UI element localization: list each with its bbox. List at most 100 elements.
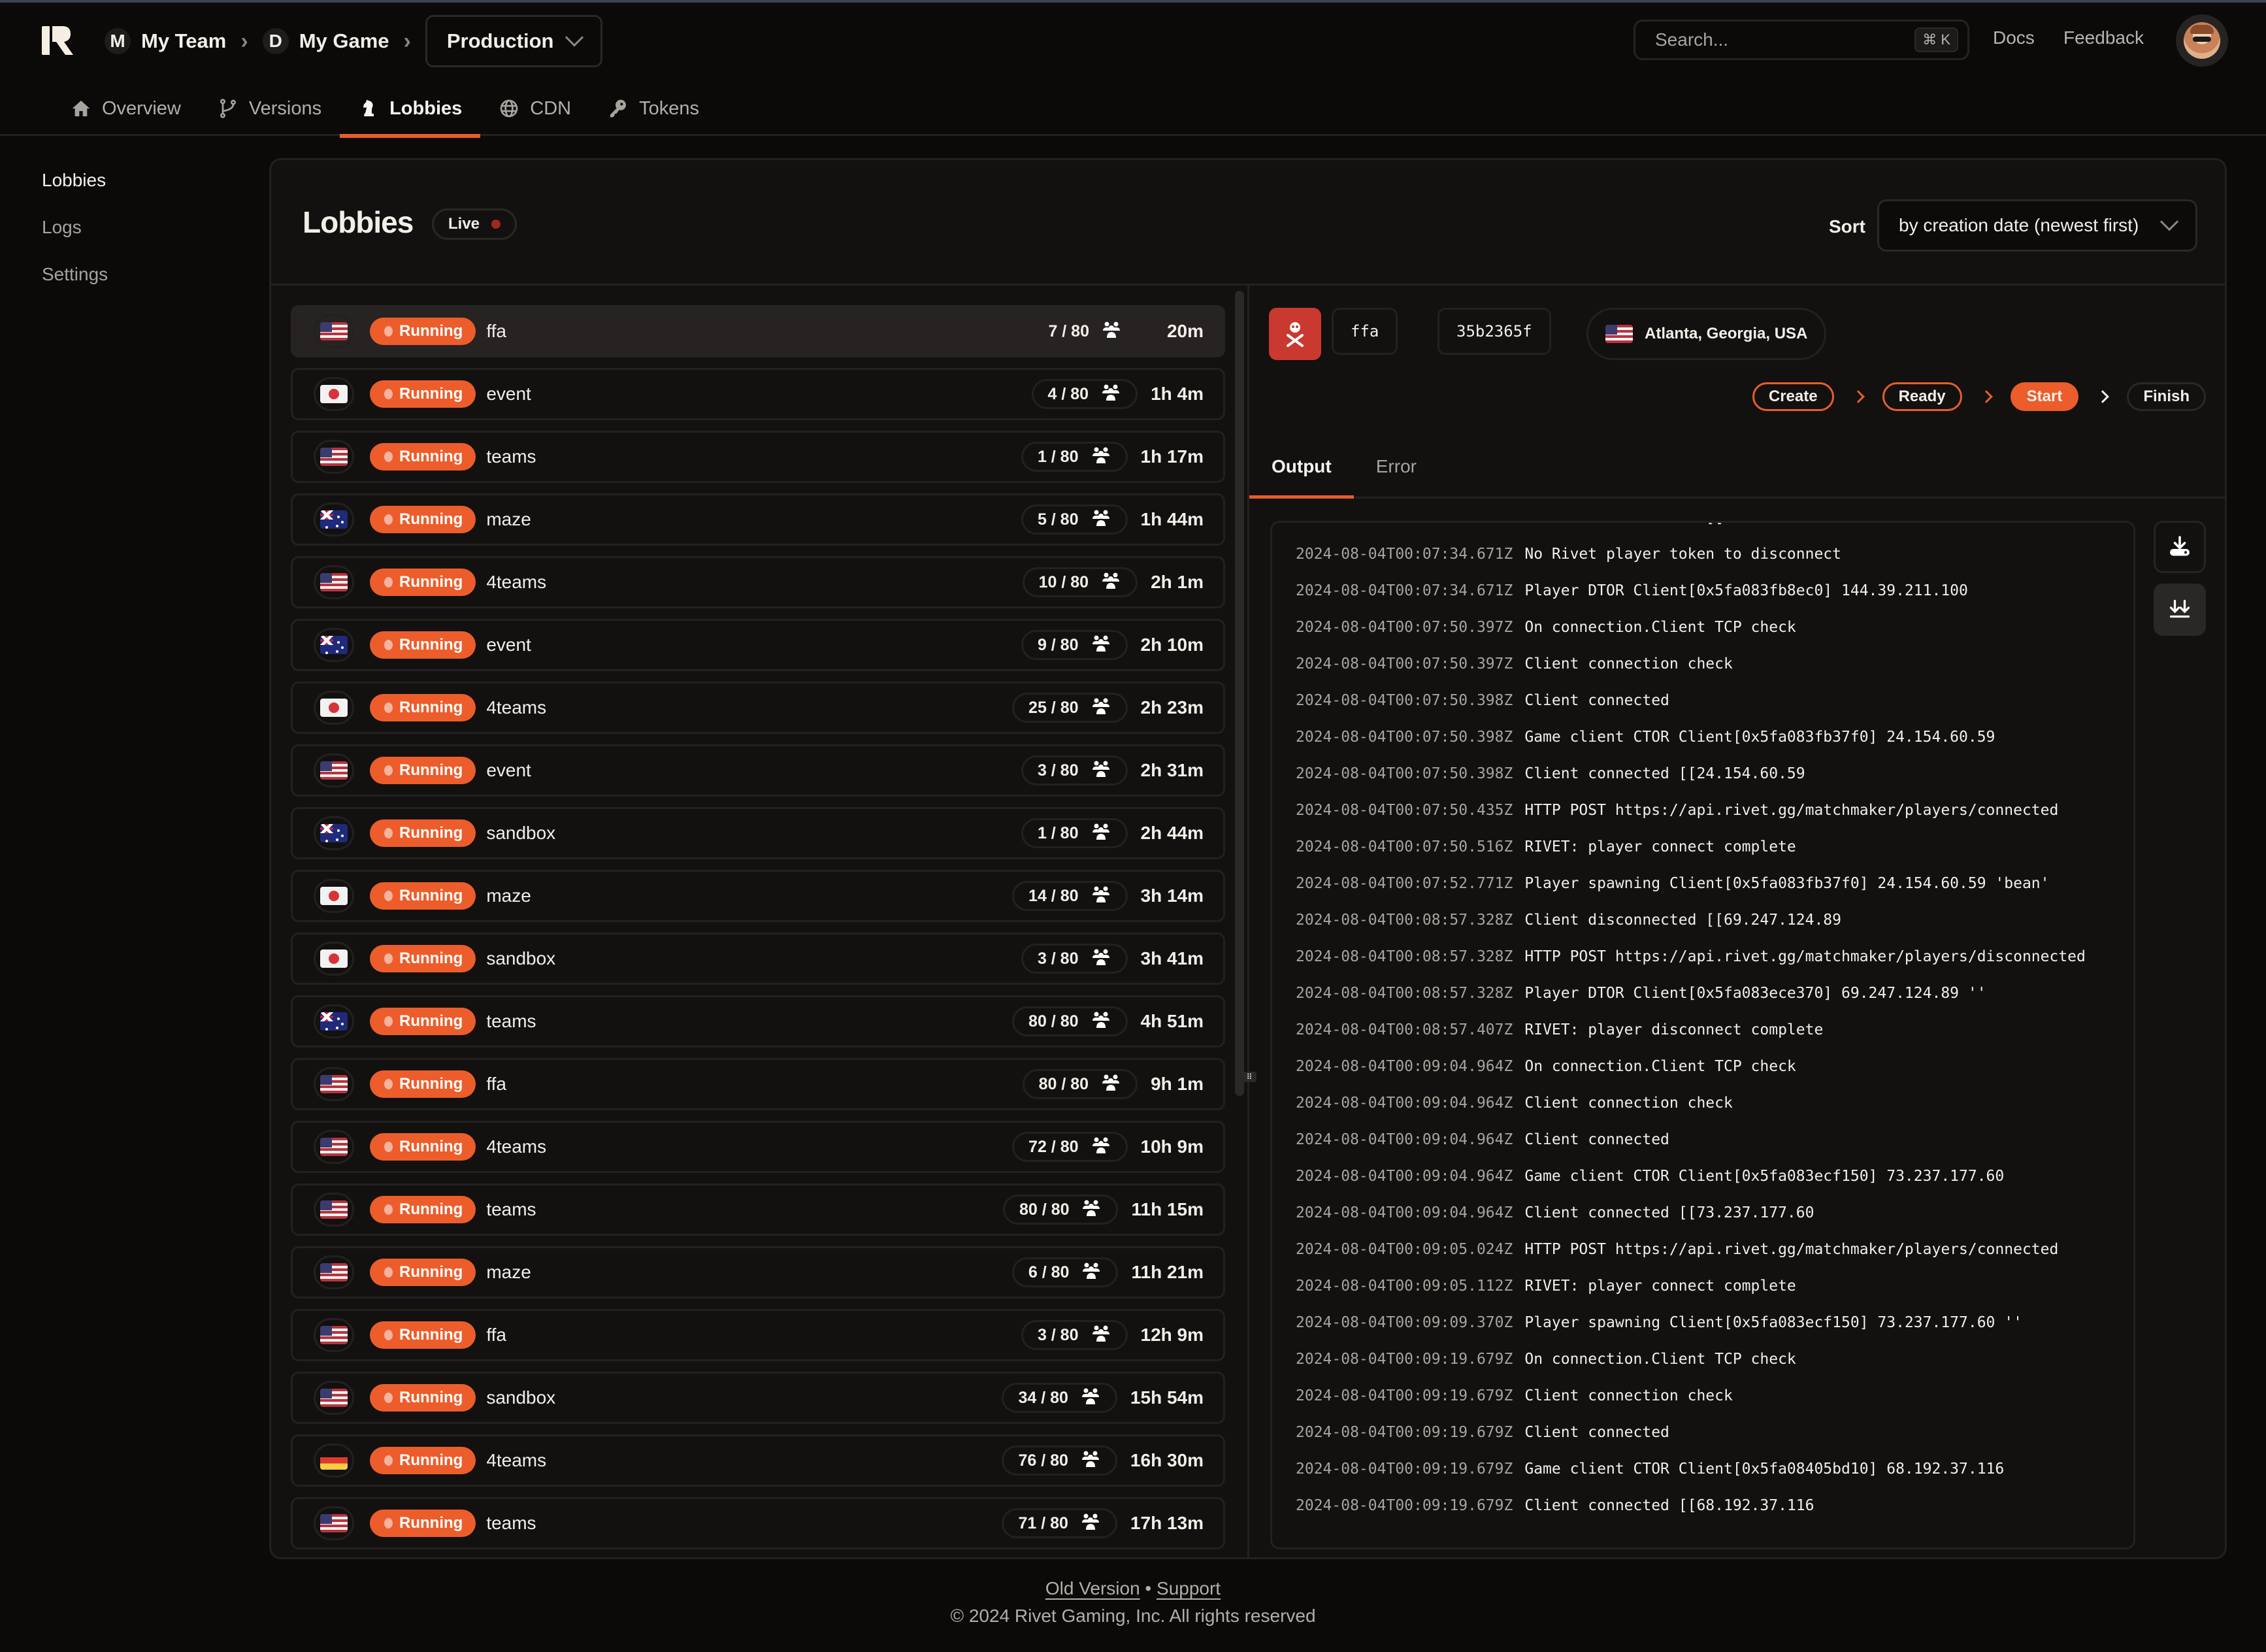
breadcrumb: M My Team › D My Game › Production <box>105 14 603 68</box>
avatar[interactable] <box>2176 14 2228 67</box>
log-line: 2024-08-04T00:07:34.671Z Player DTOR Clie… <box>1296 582 2118 600</box>
log-line: 2024-08-04T00:07:34.671Z Client disconnec… <box>1296 523 2118 527</box>
users-icon <box>1101 320 1122 343</box>
lobby-row[interactable]: Running ffa 3 / 80 12h 9m <box>291 1309 1225 1361</box>
lobby-age: 12h 9m <box>1140 1325 1204 1345</box>
log-message: HTTP POST https://api.rivet.gg/matchmake… <box>1524 1241 2059 1258</box>
docs-link[interactable]: Docs <box>1993 27 2035 48</box>
feedback-link[interactable]: Feedback <box>2063 27 2144 48</box>
tab-versions[interactable]: Versions <box>199 81 340 136</box>
status-dot <box>384 1079 393 1089</box>
log-message: Player spawning Client[0x5fa083fb37f0] 2… <box>1524 875 2050 892</box>
flag-de-icon <box>320 1451 348 1470</box>
sort-select[interactable]: by creation date (newest first) <box>1877 199 2197 252</box>
lobby-age: 10h 9m <box>1140 1136 1204 1157</box>
lobby-name: teams <box>486 1011 536 1031</box>
sidebar-item-logs[interactable]: Logs <box>42 204 108 251</box>
git-branch-icon <box>220 99 236 118</box>
lobby-row[interactable]: Running 4teams 10 / 80 2h 1m <box>291 556 1225 608</box>
lobby-name: teams <box>486 1199 536 1219</box>
log-output[interactable]: 2024-08-04T00:07:34.671Z Client disconnec… <box>1270 521 2135 1549</box>
lobby-row[interactable]: Running event 9 / 80 2h 10m <box>291 619 1225 671</box>
rivet-logo[interactable] <box>41 25 74 56</box>
status-badge: Running <box>370 1447 476 1474</box>
breadcrumb-team[interactable]: M My Team <box>105 28 226 54</box>
download-logs-button[interactable] <box>2154 521 2206 573</box>
log-timestamp: 2024-08-04T00:09:19.679Z <box>1296 1424 1513 1441</box>
log-message: Client connection check <box>1524 1387 1733 1404</box>
lobby-row[interactable]: Running 4teams 72 / 80 10h 9m <box>291 1121 1225 1173</box>
lobby-row[interactable]: Running ffa 80 / 80 9h 1m <box>291 1058 1225 1110</box>
lobby-row[interactable]: Running ffa 7 / 80 20m <box>291 305 1225 357</box>
lobby-row[interactable]: Running sandbox 1 / 80 2h 44m <box>291 807 1225 859</box>
lobby-detail: ffa 35b2365f Atlanta, Georgia, USA Creat… <box>1249 286 2225 1557</box>
log-line: 2024-08-04T00:07:50.435Z HTTP POST https:… <box>1296 801 2118 819</box>
users-icon <box>1081 1261 1102 1284</box>
flag-au-icon <box>320 824 348 842</box>
tab-error[interactable]: Error <box>1354 436 1439 497</box>
status-badge: Running <box>370 380 476 408</box>
log-timestamp: 2024-08-04T00:07:50.398Z <box>1296 729 1513 746</box>
log-line: 2024-08-04T00:07:50.398Z Client connected <box>1296 691 2118 710</box>
lobby-row[interactable]: Running teams 80 / 80 4h 51m <box>291 995 1225 1048</box>
lobby-row[interactable]: Running sandbox 3 / 80 3h 41m <box>291 933 1225 985</box>
lobby-row[interactable]: Running maze 14 / 80 3h 14m <box>291 870 1225 922</box>
sidebar-item-lobbies[interactable]: Lobbies <box>42 157 108 204</box>
lobby-row[interactable]: Running teams 71 / 80 17h 13m <box>291 1497 1225 1549</box>
sidebar-item-settings[interactable]: Settings <box>42 251 108 298</box>
support-link[interactable]: Support <box>1157 1578 1221 1598</box>
search-input[interactable]: Search... ⌘ K <box>1634 20 1969 60</box>
player-count-value: 80 / 80 <box>1038 1074 1089 1093</box>
region-flag <box>314 942 354 976</box>
player-count: 9 / 80 <box>1021 630 1128 660</box>
lobby-age: 1h 44m <box>1140 509 1204 529</box>
region-flag <box>314 1193 354 1227</box>
lobby-row[interactable]: Running sandbox 34 / 80 15h 54m <box>291 1372 1225 1424</box>
lobby-age: 20m <box>1166 321 1204 341</box>
lobby-name: sandbox <box>486 1387 556 1408</box>
lobby-row[interactable]: Running event 3 / 80 2h 31m <box>291 744 1225 797</box>
game-badge: D <box>262 28 289 54</box>
breadcrumb-game[interactable]: D My Game <box>262 28 389 54</box>
status-badge: Running <box>370 757 476 784</box>
status-label: Running <box>399 1514 463 1532</box>
player-count-value: 71 / 80 <box>1018 1513 1068 1532</box>
environment-select[interactable]: Production <box>425 15 603 67</box>
tab-lobbies[interactable]: Lobbies <box>340 81 481 138</box>
destroy-lobby-button[interactable] <box>1269 308 1321 360</box>
tab-overview[interactable]: Overview <box>52 81 199 136</box>
tab-output[interactable]: Output <box>1249 436 1354 499</box>
step-finish: Finish <box>2127 382 2206 411</box>
copyright: © 2024 Rivet Gaming, Inc. All rights res… <box>950 1606 1316 1626</box>
lobby-row[interactable]: Running event 4 / 80 1h 4m <box>291 368 1225 420</box>
flag-au-icon <box>320 636 348 654</box>
old-version-link[interactable]: Old Version <box>1045 1578 1140 1598</box>
lobby-name: 4teams <box>486 1136 547 1157</box>
tab-cdn[interactable]: CDN <box>480 81 589 136</box>
player-count-value: 5 / 80 <box>1037 510 1079 529</box>
lobby-row[interactable]: Running maze 5 / 80 1h 44m <box>291 493 1225 546</box>
log-message: Player DTOR Client[0x5fa083ece370] 69.24… <box>1524 985 1986 1002</box>
status-badge: Running <box>370 1384 476 1412</box>
search-shortcut: ⌘ K <box>1914 27 1958 52</box>
lobby-row[interactable]: Running 4teams 76 / 80 16h 30m <box>291 1434 1225 1487</box>
log-message: Client connected [[73.237.177.60 <box>1524 1204 1814 1221</box>
log-timestamp: 2024-08-04T00:09:04.964Z <box>1296 1168 1513 1185</box>
status-label: Running <box>399 1389 463 1406</box>
game-mode-chip[interactable]: ffa <box>1332 308 1398 355</box>
log-message: On connection.Client TCP check <box>1524 1058 1796 1075</box>
lobby-row[interactable]: Running 4teams 25 / 80 2h 23m <box>291 682 1225 734</box>
lobby-row[interactable]: Running teams 80 / 80 11h 15m <box>291 1183 1225 1236</box>
follow-logs-button[interactable] <box>2154 584 2206 636</box>
log-timestamp: 2024-08-04T00:09:19.679Z <box>1296 1461 1513 1478</box>
tab-tokens[interactable]: Tokens <box>589 81 717 136</box>
lobby-row[interactable]: Running teams 1 / 80 1h 17m <box>291 431 1225 483</box>
lobby-row[interactable]: Running maze 6 / 80 11h 21m <box>291 1246 1225 1298</box>
log-timestamp: 2024-08-04T00:09:05.112Z <box>1296 1278 1513 1295</box>
status-label: Running <box>399 1263 463 1281</box>
log-line: 2024-08-04T00:07:34.671Z No Rivet player … <box>1296 545 2118 563</box>
lobby-age: 1h 4m <box>1151 384 1204 404</box>
lobby-list-scrollbar[interactable] <box>1235 291 1244 1096</box>
log-line: 2024-08-04T00:09:04.964Z Client connectio… <box>1296 1094 2118 1112</box>
lobby-id-chip[interactable]: 35b2365f <box>1437 308 1551 355</box>
